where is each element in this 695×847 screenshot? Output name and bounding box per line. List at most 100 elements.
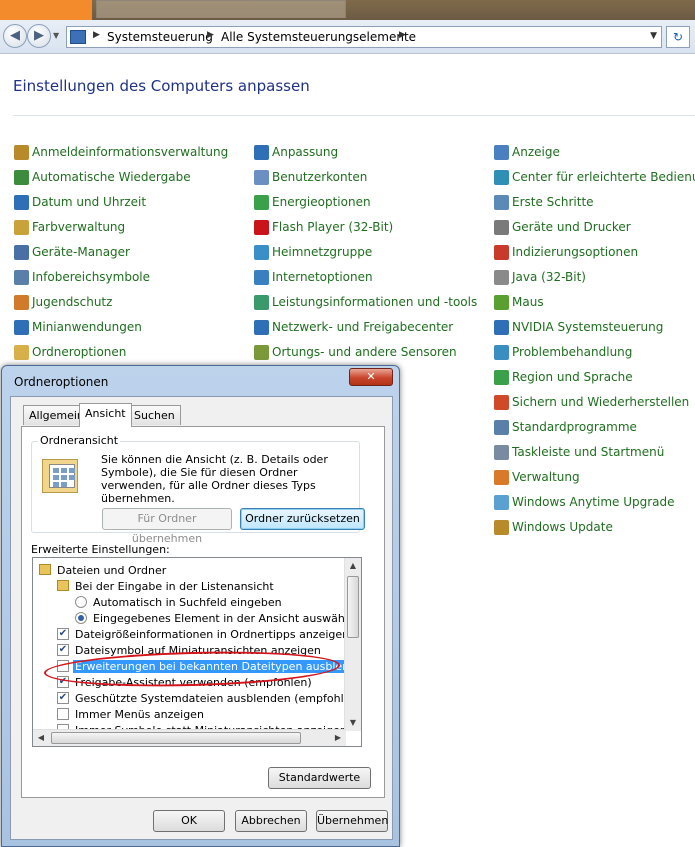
close-icon[interactable]: ✕ (349, 368, 393, 386)
defaults-button[interactable]: Standardwerte (268, 767, 371, 789)
control-panel-item-icon (14, 145, 29, 160)
taskbar-orange-tab[interactable] (0, 0, 92, 20)
checkbox[interactable]: ✔ (57, 644, 69, 656)
tree-row[interactable]: Automatisch in Suchfeld eingeben (33, 594, 345, 610)
tree-row[interactable]: Immer Menüs anzeigen (33, 706, 345, 722)
forward-arrow-icon[interactable]: ▶ (27, 24, 51, 48)
cp-item-label: Anzeige (512, 145, 560, 159)
page-title: Einstellungen des Computers anpassen (13, 77, 310, 95)
cp-item-label: Indizierungsoptionen (512, 245, 639, 259)
tab-suchen[interactable]: Suchen (128, 405, 181, 425)
cp-item-label: Leistungsinformationen und -tools (272, 295, 478, 309)
tree-row-label: Immer Menüs anzeigen (75, 708, 204, 721)
control-panel-item-icon (254, 295, 269, 310)
radio-button[interactable] (75, 612, 87, 624)
apply-to-folders-button[interactable]: Für Ordner übernehmen (102, 508, 232, 545)
tree-row[interactable]: Dateien und Ordner (33, 562, 345, 578)
radio-button[interactable] (75, 596, 87, 608)
control-panel-item-icon (494, 470, 509, 485)
cp-item-label: Anmeldeinformationsverwaltung (32, 145, 229, 159)
advanced-settings-tree[interactable]: Dateien und Ordner Bei der Eingabe in der… (32, 557, 362, 747)
control-panel-item-icon (14, 195, 29, 210)
control-panel-item-icon (254, 220, 269, 235)
cp-item-label: Erste Schritte (512, 195, 594, 209)
address-dropdown-icon[interactable]: ▼ (650, 31, 657, 41)
cp-item-label: Maus (512, 295, 544, 309)
refresh-icon[interactable]: ↻ (666, 26, 690, 48)
breadcrumb-separator-icon[interactable]: ▶ (399, 30, 406, 40)
tree-row[interactable]: Eingegebenes Element in der Ansicht ausw… (33, 610, 361, 626)
control-panel-item-icon (494, 420, 509, 435)
ok-button[interactable]: OK (153, 810, 225, 832)
cp-item-label: Center für erleichterte Bedienung (512, 170, 695, 184)
tree-row[interactable]: Bei der Eingabe in der Listenansicht (33, 578, 345, 594)
taskbar-window-tab[interactable] (96, 0, 346, 18)
control-panel-item-icon (494, 520, 509, 535)
tree-row[interactable]: ✔ Dateisymbol auf Miniaturansichten anzei… (33, 642, 345, 658)
cp-item-label: Jugendschutz (32, 295, 113, 309)
scroll-right-icon[interactable]: ▶ (330, 730, 346, 746)
cp-item-label: Standardprogramme (512, 420, 637, 434)
breadcrumb-separator-icon[interactable]: ▶ (93, 30, 100, 40)
cp-item-label: Farbverwaltung (32, 220, 126, 234)
tree-row[interactable]: ✔ Geschützte Systemdateien ausblenden (em… (33, 690, 361, 706)
folder-view-icon (42, 459, 78, 493)
address-bar: ◀ ▶ ▼ ▶ Systemsteuerung ▶ Alle Systemste… (0, 20, 695, 54)
cp-item-label: Benutzerkonten (272, 170, 368, 184)
checkbox[interactable]: ✔ (57, 676, 69, 688)
folder-icon (39, 564, 51, 575)
control-panel-item-icon (14, 245, 29, 260)
cancel-button[interactable]: Abbrechen (235, 810, 307, 832)
back-arrow-icon[interactable]: ◀ (3, 24, 27, 48)
cp-item-label: Minianwendungen (32, 320, 142, 334)
checkbox[interactable]: ✔ (57, 692, 69, 704)
address-field[interactable]: ▶ Systemsteuerung ▶ Alle Systemsteuerung… (66, 26, 662, 48)
tree-row-label: Eingegebenes Element in der Ansicht ausw… (93, 612, 362, 625)
cp-item-label: Sichern und Wiederherstellen (512, 395, 690, 409)
cp-item-label: Netzwerk- und Freigabecenter (272, 320, 454, 334)
folder-icon (57, 580, 69, 591)
control-panel-icon (70, 30, 86, 44)
scroll-up-icon[interactable]: ▲ (345, 558, 361, 574)
dialog-body: Allgemein Ansicht Suchen Ordneransicht S… (10, 396, 393, 840)
cp-item-label: Datum und Uhrzeit (32, 195, 147, 209)
control-panel-item-icon (494, 395, 509, 410)
scroll-left-icon[interactable]: ◀ (33, 730, 49, 746)
checkbox[interactable]: ✔ (57, 628, 69, 640)
breadcrumb-separator-icon[interactable]: ▶ (207, 30, 214, 40)
checkbox[interactable] (57, 660, 69, 672)
cp-item-label: NVIDIA Systemsteuerung (512, 320, 664, 334)
control-panel-item-icon (494, 170, 509, 185)
control-panel-item-icon (254, 145, 269, 160)
tree-row[interactable]: ✔ Dateigrößeinformationen in Ordnertipps … (33, 626, 349, 642)
tree-row-label: Dateien und Ordner (57, 564, 167, 577)
history-dropdown-icon[interactable]: ▼ (53, 31, 59, 40)
reset-folders-button[interactable]: Ordner zurücksetzen (240, 508, 365, 530)
control-panel-item-icon (494, 320, 509, 335)
breadcrumb-alle-elemente[interactable]: Alle Systemsteuerungselemente (221, 30, 416, 44)
folder-options-dialog: Ordneroptionen ✕ Allgemein Ansicht Suche… (1, 365, 400, 847)
scroll-thumb-horizontal[interactable] (51, 732, 301, 744)
cp-item-label: Ortungs- und andere Sensoren (272, 345, 457, 359)
control-panel-item-icon (14, 270, 29, 285)
taskbar-strip (0, 0, 695, 20)
scroll-down-icon[interactable]: ▼ (345, 715, 361, 731)
cp-item-label: Region und Sprache (512, 370, 633, 384)
control-panel-item-icon (14, 320, 29, 335)
cp-item-label: Anpassung (272, 145, 339, 159)
control-panel-item-icon (494, 495, 509, 510)
tree-row[interactable]: ✔ Freigabe-Assistent verwenden (empfohlen… (33, 674, 345, 690)
checkbox[interactable] (57, 708, 69, 720)
scroll-thumb[interactable] (347, 576, 359, 638)
apply-button[interactable]: Übernehmen (316, 810, 388, 832)
horizontal-scrollbar[interactable]: ◀ ▶ (33, 729, 346, 746)
tab-panel-ansicht: Ordneransicht Sie können die Ansicht (z.… (21, 426, 385, 798)
breadcrumb-systemsteuerung[interactable]: Systemsteuerung (107, 30, 213, 44)
vertical-scrollbar[interactable]: ▲ ▼ (344, 558, 361, 731)
tree-row[interactable]: Erweiterungen bei bekannten Dateitypen a… (33, 658, 361, 674)
tab-ansicht[interactable]: Ansicht (79, 403, 132, 427)
cp-item-label: Internetoptionen (272, 270, 373, 284)
cp-item-label: Geräte und Drucker (512, 220, 631, 234)
title-divider (13, 115, 695, 116)
control-panel-item-icon (14, 170, 29, 185)
